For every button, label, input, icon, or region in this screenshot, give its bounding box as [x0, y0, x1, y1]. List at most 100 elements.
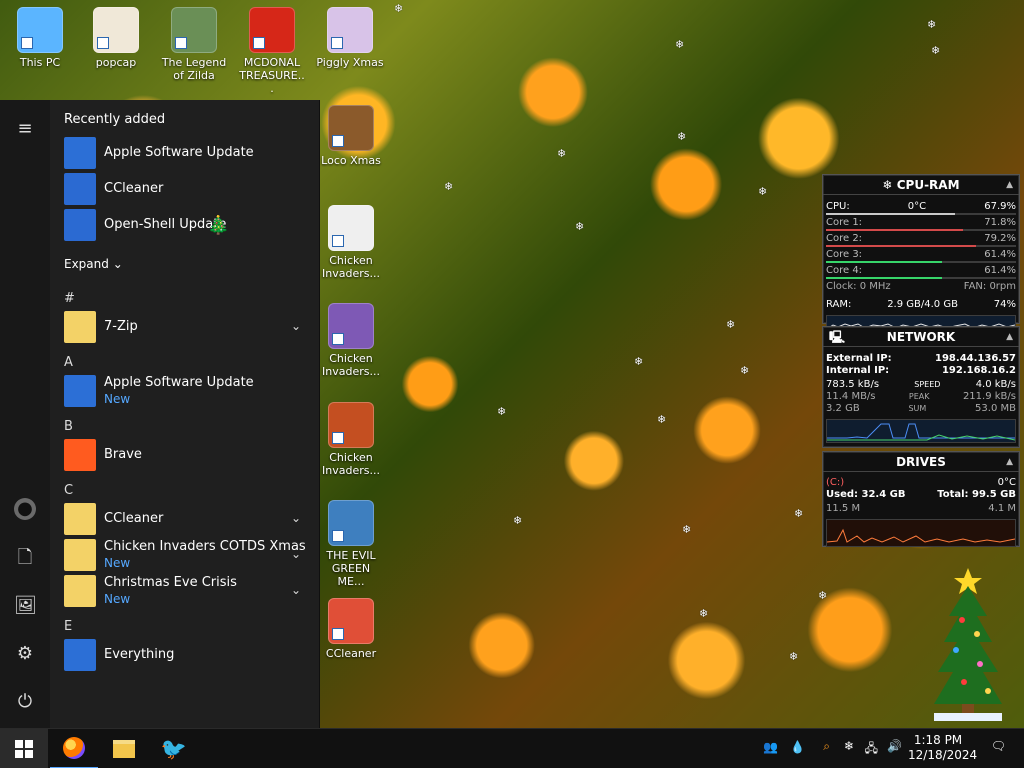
desktop-icon-evil-green-me[interactable]: THE EVIL GREEN ME... [317, 500, 385, 588]
taskbar-bird-button[interactable]: 🐦 [150, 729, 198, 768]
clock-area[interactable]: 1:18 PM 12/18/2024 [908, 733, 978, 763]
app-everything[interactable]: Everything [64, 637, 309, 673]
recent-app-apple-software-update[interactable]: Apple Software Update [64, 135, 309, 171]
snowflake-icon: ❄ [575, 220, 585, 233]
clock-date: 12/18/2024 [908, 748, 978, 762]
app-apple-software-update[interactable]: Apple Software Update New [64, 373, 309, 409]
action-center-icon[interactable]: 🗨 [991, 739, 1006, 753]
desktop-icon-mcdonal-treasure[interactable]: MCDONAL TREASURE... [238, 7, 306, 95]
external-ip-label: External IP: [826, 353, 892, 364]
user-avatar[interactable]: ● [14, 498, 36, 520]
shell-icon [64, 209, 96, 241]
tray-drop-icon[interactable]: 💧 [790, 740, 805, 754]
cpu-temp: 0°C [907, 201, 927, 212]
section-letter-hash[interactable]: # [64, 289, 309, 309]
desktop-icon-this-pc[interactable]: This PC [6, 7, 74, 69]
gadget-title: 🖳 NETWORK [823, 327, 1019, 347]
recent-app-ccleaner[interactable]: CCleaner [64, 171, 309, 207]
app-christmas-eve-crisis[interactable]: Christmas Eve Crisis New ⌄ [64, 573, 309, 609]
drive-read: 11.5 M [826, 503, 861, 514]
folder-icon [64, 575, 96, 607]
snowflake-icon: ❄ [557, 147, 567, 160]
broom-icon [328, 598, 374, 644]
recent-app-open-shell-update[interactable]: Open-Shell Update 🎄 [64, 207, 309, 243]
peak-row: 11.4 MB/s PEAK 211.9 kB/s [823, 391, 1019, 403]
mcdonalds-logo-icon [249, 7, 295, 53]
desktop-icon-ccleaner[interactable]: CCleaner [317, 598, 385, 660]
app-text: Christmas Eve Crisis New [104, 575, 237, 607]
core-1-row: Core 1: 71.8% [823, 217, 1019, 229]
taskbar-firefox-button[interactable] [50, 729, 98, 768]
desktop-icon-piggly-xmas[interactable]: Piggly Xmas [316, 7, 384, 69]
green-game-icon [328, 500, 374, 546]
section-letter-b[interactable]: B [64, 417, 309, 437]
gear-icon[interactable]: ⚙ [14, 643, 36, 665]
snowflake-icon: ❄ [726, 318, 736, 331]
start-menu-sidebar: ≡ ● 🗋 🖼 ⚙ ⏻ [0, 100, 50, 728]
chevron-down-icon: ⌄ [290, 583, 301, 597]
app-brave[interactable]: Brave [64, 437, 309, 473]
power-icon[interactable]: ⏻ [14, 691, 36, 713]
christmas-tree-icon [934, 568, 1002, 721]
taskbar: 🐦 👥 💧 ⌕ ❄ 🖧 🔊 1:18 PM 12/18/2024 🗨 [0, 728, 1024, 768]
apple-update-icon [64, 137, 96, 169]
pictures-icon[interactable]: 🖼 [14, 595, 37, 617]
app-text: Apple Software Update [104, 145, 254, 161]
drive-total: Total: 99.5 GB [937, 489, 1016, 500]
app-ccleaner-folder[interactable]: CCleaner ⌄ [64, 501, 309, 537]
cpu-ram-gadget: ❄ CPU-RAM CPU: 0°C 67.9% Core 1: 71.8% C… [822, 174, 1020, 337]
expand-button[interactable]: Expand ⌄ [64, 257, 309, 271]
taskbar-file-explorer-button[interactable] [100, 729, 148, 768]
new-badge: New [104, 592, 131, 606]
tray-volume-icon[interactable]: 🔊 [887, 739, 902, 753]
document-icon[interactable]: 🗋 [14, 547, 36, 569]
desktop-icon-popcap[interactable]: popcap [82, 7, 150, 69]
desktop-icon-loco-xmas[interactable]: Loco Xmas [317, 105, 385, 167]
clock-time: 1:18 PM [913, 733, 963, 747]
sum-up: 53.0 MB [975, 403, 1016, 414]
christmas-tree-decoration [930, 568, 1006, 724]
folder-icon [64, 503, 96, 535]
hamburger-menu-icon[interactable]: ≡ [14, 118, 36, 140]
start-button[interactable] [0, 729, 48, 768]
section-letter-c[interactable]: C [64, 481, 309, 501]
section-letter-e[interactable]: E [64, 617, 309, 637]
tray-network-icon[interactable]: 🖧 [865, 739, 878, 760]
desktop-icon-chicken-invaders-1[interactable]: Chicken Invaders... [317, 205, 385, 280]
desktop-icon-label: The Legend of Zilda [161, 56, 227, 82]
peak-up: 211.9 kB/s [962, 391, 1016, 402]
folder-document-icon [93, 7, 139, 53]
chicken-icon [328, 402, 374, 448]
external-ip-row: External IP: 198.44.136.57 [823, 353, 1019, 365]
internal-ip-label: Internal IP: [826, 365, 890, 376]
desktop-icon-label: popcap [95, 56, 137, 69]
desktop-icon-label: MCDONAL TREASURE... [239, 56, 305, 95]
drives-gadget: DRIVES (C:) 0°C Used: 32.4 GB Total: 99.… [822, 451, 1020, 547]
tray-network-user-icon[interactable]: 👥 [763, 740, 778, 754]
drive-label: (C:) [826, 477, 845, 488]
app-label: Chicken Invaders COTDS Xmas [104, 539, 306, 554]
desktop-icon-label: This PC [19, 56, 61, 69]
fan-value: FAN: 0rpm [963, 281, 1016, 292]
desktop-icon-legend-of-zilda[interactable]: The Legend of Zilda [160, 7, 228, 82]
tray-snowflake-icon[interactable]: ❄ [844, 739, 854, 753]
desktop-icon-label: Loco Xmas [321, 154, 381, 167]
app-text: Chicken Invaders COTDS Xmas New [104, 539, 306, 571]
desktop-icon-label: CCleaner [325, 647, 377, 660]
snowflake-icon: ❄ [818, 589, 828, 602]
file-explorer-icon [113, 740, 135, 758]
app-chicken-invaders-cotds-xmas[interactable]: Chicken Invaders COTDS Xmas New ⌄ [64, 537, 309, 573]
broom-icon [64, 173, 96, 205]
app-7zip[interactable]: 7-Zip ⌄ [64, 309, 309, 345]
desktop: This PC popcap The Legend of Zilda MCDON… [0, 0, 1024, 768]
external-ip-value: 198.44.136.57 [935, 353, 1016, 364]
core-2-bar [826, 245, 1016, 247]
tray-search-icon[interactable]: ⌕ [823, 739, 830, 754]
drives-graph-bars [827, 528, 1015, 543]
clock-row: Clock: 0 MHz FAN: 0rpm [823, 281, 1019, 293]
desktop-icon-chicken-invaders-2[interactable]: Chicken Invaders... [317, 303, 385, 378]
windows-start-icon [15, 740, 33, 758]
section-letter-a[interactable]: A [64, 353, 309, 373]
start-menu-app-list: Recently added Apple Software Update CCl… [64, 112, 309, 673]
desktop-icon-chicken-invaders-3[interactable]: Chicken Invaders... [317, 402, 385, 477]
